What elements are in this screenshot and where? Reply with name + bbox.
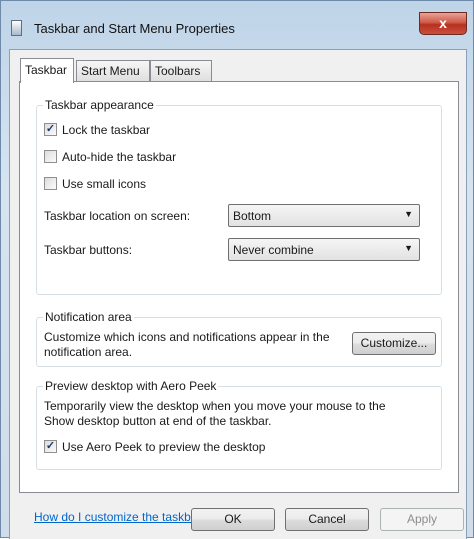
buttons-dropdown[interactable]: Never combine ▼ xyxy=(228,238,420,261)
customize-button[interactable]: Customize... xyxy=(352,332,436,355)
location-label: Taskbar location on screen: xyxy=(44,209,191,223)
notification-description: Customize which icons and notifications … xyxy=(44,330,330,360)
chevron-down-icon: ▼ xyxy=(404,243,413,253)
auto-hide-checkbox[interactable] xyxy=(44,150,57,163)
aero-peek-group: Preview desktop with Aero Peek Temporari… xyxy=(36,379,442,470)
taskbar-appearance-group: Taskbar appearance ✓ Lock the taskbar Au… xyxy=(36,98,442,295)
dialog-client: Taskbar Start Menu Toolbars Taskbar appe… xyxy=(9,49,467,539)
cancel-button[interactable]: Cancel xyxy=(285,508,369,531)
buttons-value: Never combine xyxy=(233,243,314,257)
notification-area-group: Notification area Customize which icons … xyxy=(36,310,442,367)
properties-window: Taskbar and Start Menu Properties x Task… xyxy=(0,0,474,539)
buttons-label: Taskbar buttons: xyxy=(44,243,133,257)
title-bar[interactable]: Taskbar and Start Menu Properties x xyxy=(1,1,473,41)
ok-button[interactable]: OK xyxy=(191,508,275,531)
tab-start-menu[interactable]: Start Menu xyxy=(76,60,150,82)
auto-hide-label: Auto-hide the taskbar xyxy=(62,150,177,164)
tab-toolbars[interactable]: Toolbars xyxy=(150,60,212,82)
aero-peek-text-line: Show desktop button at end of the taskba… xyxy=(44,414,272,428)
aero-peek-label: Use Aero Peek to preview the desktop xyxy=(62,440,266,454)
notification-text-line: Customize which icons and notifications … xyxy=(44,330,330,344)
lock-taskbar-checkbox[interactable]: ✓ xyxy=(44,123,57,136)
location-value: Bottom xyxy=(233,209,272,223)
tab-taskbar[interactable]: Taskbar xyxy=(20,58,74,83)
group-title: Preview desktop with Aero Peek xyxy=(43,379,219,393)
taskbar-tab-panel: Taskbar appearance ✓ Lock the taskbar Au… xyxy=(19,81,459,493)
window-title: Taskbar and Start Menu Properties xyxy=(34,21,235,36)
aero-peek-checkbox[interactable]: ✓ xyxy=(44,440,57,453)
aero-peek-description: Temporarily view the desktop when you mo… xyxy=(44,399,386,429)
location-dropdown[interactable]: Bottom ▼ xyxy=(228,204,420,227)
small-icons-checkbox[interactable] xyxy=(44,177,57,190)
close-button[interactable]: x xyxy=(419,12,467,35)
aero-peek-text-line: Temporarily view the desktop when you mo… xyxy=(44,399,386,413)
lock-taskbar-label: Lock the taskbar xyxy=(62,123,151,137)
group-title: Taskbar appearance xyxy=(43,98,156,112)
help-link[interactable]: How do I customize the taskbar? xyxy=(34,510,208,524)
group-title: Notification area xyxy=(43,310,134,324)
app-icon xyxy=(11,20,22,36)
small-icons-label: Use small icons xyxy=(62,177,147,191)
chevron-down-icon: ▼ xyxy=(404,209,413,219)
apply-button[interactable]: Apply xyxy=(380,508,464,531)
notification-text-line: notification area. xyxy=(44,345,133,359)
